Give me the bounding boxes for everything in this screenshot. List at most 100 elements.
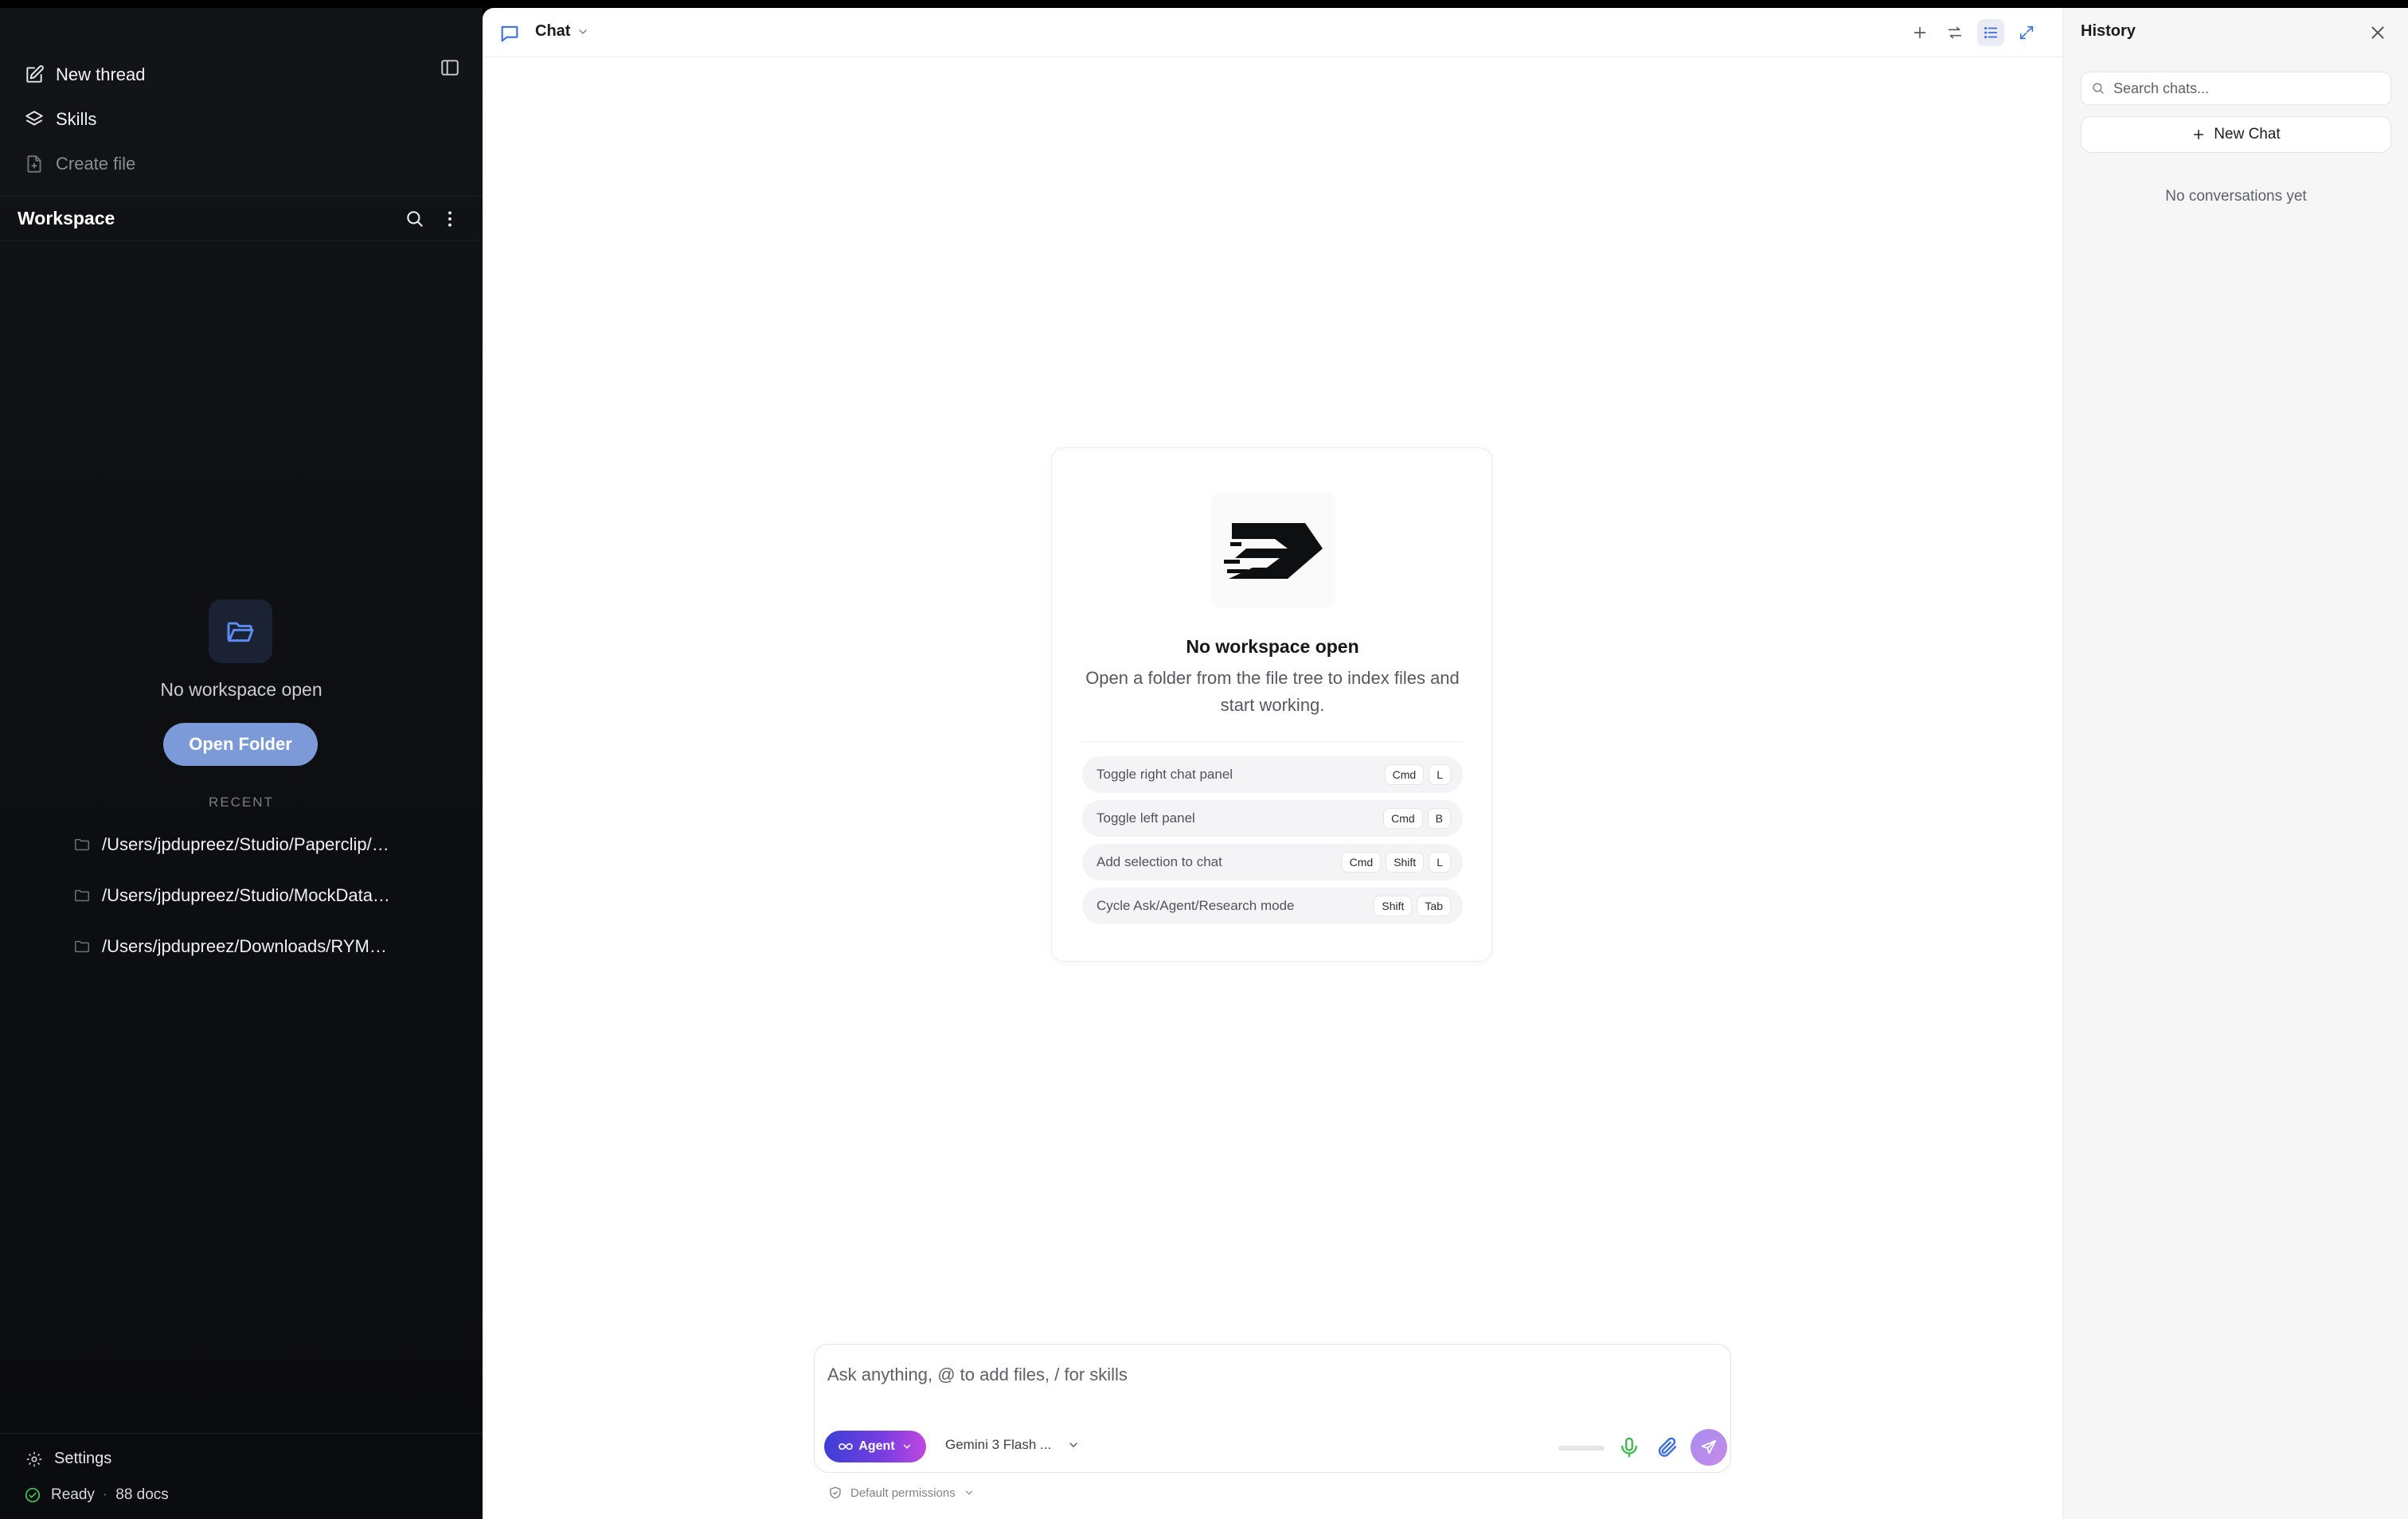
close-icon[interactable] — [2367, 22, 2388, 43]
permissions-label: Default permissions — [850, 1486, 956, 1500]
welcome-title: No workspace open — [1186, 636, 1359, 657]
shortcut-keys: Cmd Shift L — [1342, 853, 1450, 872]
new-chat-button[interactable]: New Chat — [2081, 116, 2391, 153]
shortcut-row: Toggle left panel Cmd B — [1082, 800, 1463, 837]
window-top-strip — [0, 0, 2408, 8]
shortcut-row: Cycle Ask/Agent/Research mode Shift Tab — [1082, 888, 1463, 924]
context-usage-bar — [1558, 1446, 1605, 1451]
plus-icon — [2194, 130, 2204, 139]
chat-title-dropdown[interactable]: Chat — [535, 22, 589, 41]
model-selector[interactable]: Gemini 3 Flash ... — [945, 1437, 1080, 1453]
search-icon — [2093, 83, 2104, 94]
history-empty-text: No conversations yet — [2165, 188, 2307, 205]
edit-icon — [26, 65, 44, 83]
skills-label: Skills — [56, 109, 97, 129]
check-circle-icon — [25, 1487, 41, 1503]
shortcut-key: L — [1429, 853, 1450, 872]
model-label: Gemini 3 Flash ... — [945, 1437, 1052, 1452]
shortcut-keys: Cmd L — [1385, 765, 1450, 784]
recent-folder-path: /Users/jpdupreez/Studio/MockData… — [102, 885, 390, 905]
chevron-down-icon — [903, 1444, 910, 1449]
new-thread-button[interactable]: New thread — [24, 57, 146, 92]
toggle-sidebar-icon[interactable] — [440, 57, 460, 78]
gear-icon — [26, 1451, 42, 1466]
shortcut-key: Cmd — [1384, 809, 1422, 828]
recent-folder-item[interactable]: /Users/jpdupreez/Downloads/RYM… — [73, 931, 424, 963]
chat-input[interactable] — [827, 1361, 1703, 1389]
list-icon — [1984, 26, 1998, 39]
welcome-subtitle: Open a folder from the file tree to inde… — [1085, 668, 1460, 715]
recent-folder-item[interactable]: /Users/jpdupreez/Studio/MockData… — [73, 880, 424, 912]
shortcut-key: Cmd — [1385, 765, 1424, 784]
new-chat-label: New Chat — [2214, 126, 2281, 143]
workspace-title: Workspace — [18, 208, 115, 228]
chat-composer: Agent Gemini 3 Flash ... — [814, 1344, 1731, 1473]
open-folder-button[interactable]: Open Folder — [163, 723, 318, 766]
permissions-selector[interactable]: Default permissions — [828, 1486, 975, 1500]
recent-folder-path: /Users/jpdupreez/Studio/Paperclip/… — [102, 834, 389, 854]
left-sidebar: New thread Skills Create file Workspace … — [0, 8, 483, 1519]
chat-header: Chat — [483, 8, 2062, 57]
more-vertical-icon[interactable] — [440, 209, 460, 229]
history-search-input[interactable] — [2113, 80, 2376, 97]
index-status: Ready · 88 docs — [24, 1486, 169, 1504]
search-icon[interactable] — [405, 209, 425, 229]
swap-panels-button[interactable] — [1941, 19, 1968, 46]
recent-folder-path: /Users/jpdupreez/Downloads/RYM… — [102, 936, 387, 956]
file-plus-icon — [27, 155, 41, 173]
expand-icon — [2019, 25, 2034, 40]
settings-button[interactable]: Settings — [25, 1450, 111, 1468]
layers-icon — [25, 111, 43, 126]
shield-check-icon — [830, 1486, 841, 1499]
new-chat-header-button[interactable] — [1906, 19, 1933, 46]
shortcut-key: Cmd — [1342, 853, 1381, 872]
chevron-down-icon — [965, 1490, 972, 1495]
empty-workspace-badge — [209, 599, 272, 663]
sidebar-footer: Settings Ready · 88 docs — [0, 1433, 483, 1519]
chat-panel: Chat No workspace open Open a folder fro… — [483, 8, 2062, 1519]
shortcut-key: L — [1429, 765, 1450, 784]
status-docs-count: 88 docs — [115, 1486, 169, 1503]
shortcut-keys: Cmd B — [1384, 809, 1450, 828]
shortcut-label: Toggle right chat panel — [1096, 767, 1233, 782]
send-icon — [1701, 1439, 1717, 1455]
shortcut-row: Toggle right chat panel Cmd L — [1082, 756, 1463, 793]
chevron-down-icon — [1069, 1443, 1077, 1448]
send-button[interactable] — [1691, 1429, 1727, 1466]
microphone-icon[interactable] — [1617, 1435, 1641, 1459]
recent-label: RECENT — [209, 795, 274, 810]
paperclip-icon[interactable] — [1656, 1435, 1679, 1459]
history-toggle-button[interactable] — [1977, 19, 2004, 46]
plus-icon — [1914, 26, 1926, 39]
create-file-label: Create file — [56, 154, 136, 174]
shortcut-key: Shift — [1386, 853, 1424, 872]
mode-label: Agent — [858, 1439, 895, 1453]
empty-workspace-text: No workspace open — [160, 679, 322, 700]
shortcut-row: Add selection to chat Cmd Shift L — [1082, 844, 1463, 881]
folder-icon — [75, 940, 89, 953]
shortcut-key: B — [1428, 809, 1450, 828]
expand-button[interactable] — [2013, 19, 2040, 46]
status-ready: Ready — [51, 1486, 95, 1503]
infinity-icon — [838, 1443, 853, 1451]
folder-icon — [75, 889, 89, 902]
swap-arrows-icon — [1948, 26, 1962, 39]
chat-title: Chat — [535, 22, 571, 40]
mode-selector-button[interactable]: Agent — [824, 1431, 926, 1462]
shortcut-label: Add selection to chat — [1096, 854, 1222, 869]
shortcut-keys: Shift Tab — [1374, 896, 1450, 916]
card-divider — [1082, 741, 1463, 742]
app-logo-mark — [1224, 523, 1323, 579]
recent-folder-item[interactable]: /Users/jpdupreez/Studio/Paperclip/… — [73, 829, 424, 861]
skills-button[interactable]: Skills — [24, 102, 96, 137]
history-panel: History New Chat No conversations yet — [2062, 8, 2408, 1519]
chevron-down-icon — [579, 29, 588, 34]
shortcut-label: Toggle left panel — [1096, 810, 1195, 826]
app-logo — [1211, 493, 1335, 607]
shortcut-label: Cycle Ask/Agent/Research mode — [1096, 898, 1295, 913]
welcome-card: No workspace open Open a folder from the… — [1051, 447, 1492, 962]
shortcut-key: Tab — [1417, 896, 1450, 916]
create-file-button[interactable]: Create file — [24, 146, 135, 182]
chat-bubble-icon — [501, 25, 518, 42]
history-search — [2081, 72, 2391, 105]
